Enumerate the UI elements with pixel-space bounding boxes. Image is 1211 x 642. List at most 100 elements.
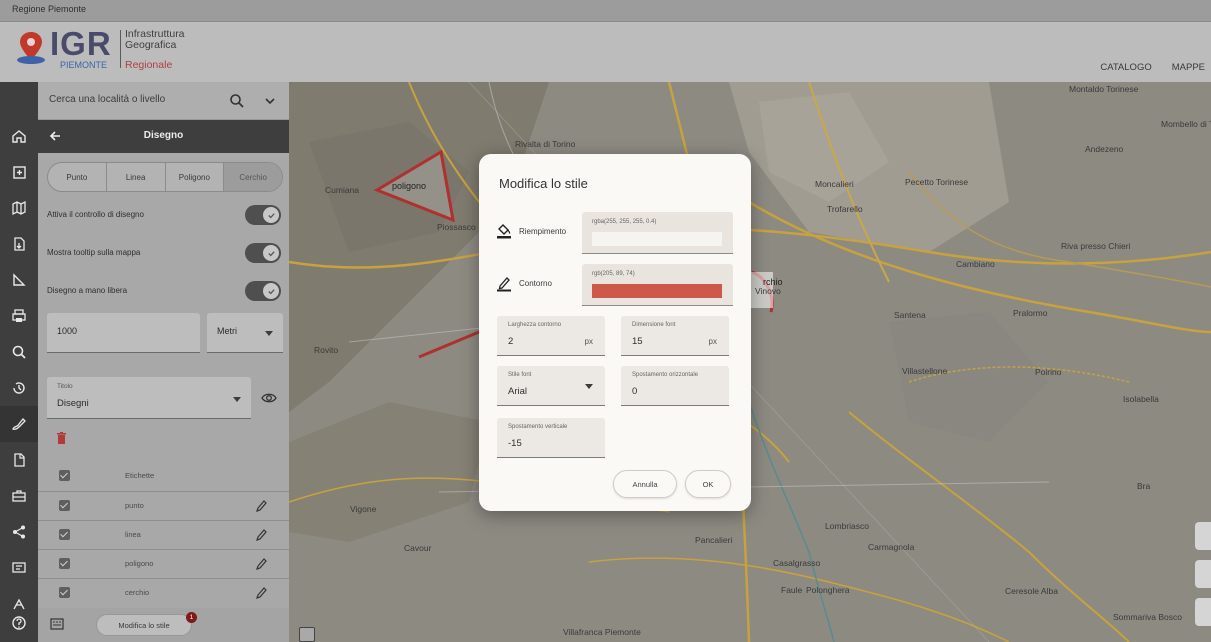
check-icon xyxy=(263,207,279,223)
rail-measure[interactable] xyxy=(0,262,38,298)
map-label-pralormo: Pralormo xyxy=(1013,308,1048,318)
rail-print[interactable] xyxy=(0,298,38,334)
offset-y-input[interactable]: Spostamento verticale -15 xyxy=(497,418,605,458)
layer-row[interactable]: poligono xyxy=(38,549,289,578)
tooltip-toggle[interactable] xyxy=(245,243,281,263)
map-label-andezeno: Andezeno xyxy=(1085,144,1124,154)
map-home-button[interactable] xyxy=(1195,522,1211,550)
layer-row[interactable]: Etichette xyxy=(38,462,289,491)
drawing-control-toggle[interactable] xyxy=(245,205,281,225)
toggle-label: Mostra tooltip sulla mappa xyxy=(47,248,141,257)
igr-logo[interactable]: IGR PIEMONTE Infrastruttura Geografica R… xyxy=(16,26,206,72)
search-input[interactable]: Cerca una località o livello xyxy=(49,94,165,105)
rail-history[interactable] xyxy=(0,370,38,406)
paint-bucket-icon xyxy=(497,224,511,239)
map-layers-button[interactable] xyxy=(299,627,315,642)
cancel-button[interactable]: Annulla xyxy=(613,470,677,498)
stroke-color-picker[interactable]: rgb(205, 89, 74) xyxy=(582,264,733,306)
panel-header: Disegno xyxy=(38,120,289,153)
title-select[interactable]: Titolo Disegni xyxy=(47,377,251,419)
nav-catalogo[interactable]: CATALOGO xyxy=(1100,62,1151,73)
tool-rail xyxy=(0,82,38,642)
mode-punto[interactable]: Punto xyxy=(48,163,107,191)
region-label: Regione Piemonte xyxy=(12,4,87,14)
freehand-toggle[interactable] xyxy=(245,281,281,301)
style-dialog: Modifica lo stile Riempimento rgba(255, … xyxy=(479,154,751,511)
fill-color-picker[interactable]: rgba(255, 255, 255, 0.4) xyxy=(582,212,733,254)
print-icon xyxy=(12,309,26,322)
font-size-value: 15 xyxy=(632,336,643,347)
import-icon xyxy=(14,237,25,251)
layer-checkbox[interactable] xyxy=(59,470,70,481)
stroke-row: Contorno rgb(205, 89, 74) xyxy=(497,264,733,306)
font-size-input[interactable]: Dimensione font 15 px xyxy=(621,316,729,356)
layer-name: linea xyxy=(125,530,141,539)
map-locate-button[interactable] xyxy=(1195,560,1211,588)
pencil-icon[interactable] xyxy=(255,557,267,571)
rail-feedback[interactable] xyxy=(0,550,38,586)
stroke-width-unit: px xyxy=(584,337,593,346)
font-style-value: Arial xyxy=(508,386,528,397)
pencil-icon[interactable] xyxy=(255,586,267,600)
mode-linea[interactable]: Linea xyxy=(107,163,166,191)
distance-input[interactable]: 1000 xyxy=(47,313,200,353)
logo-divider xyxy=(120,30,121,68)
draw-icon xyxy=(12,418,26,430)
rail-share[interactable] xyxy=(0,514,38,550)
check-icon xyxy=(263,245,279,261)
rail-map[interactable] xyxy=(0,190,38,226)
map-label-cumiana: Cumiana xyxy=(325,185,360,195)
pencil-icon[interactable] xyxy=(255,499,267,513)
map-label-moncalieri: Moncalieri xyxy=(815,179,854,189)
toggle-row-freehand: Disegno a mano libera xyxy=(47,278,283,304)
modify-style-button[interactable]: Modifica lo stile xyxy=(96,614,192,636)
mode-poligono[interactable]: Poligono xyxy=(166,163,225,191)
toggle-row-drawing-control: Attiva il controllo di disegno xyxy=(47,202,283,228)
toolbox-icon xyxy=(12,490,26,502)
rail-help[interactable] xyxy=(0,604,38,642)
layer-row[interactable]: linea xyxy=(38,520,289,549)
map-label-polonghera: Polonghera xyxy=(806,585,850,595)
layer-checkbox[interactable] xyxy=(59,587,70,598)
layer-checkbox[interactable] xyxy=(59,558,70,569)
share-icon xyxy=(13,525,25,539)
mode-cerchio[interactable]: Cerchio xyxy=(224,163,282,191)
rail-notes[interactable] xyxy=(0,442,38,478)
layer-checkbox[interactable] xyxy=(59,529,70,540)
rail-search[interactable] xyxy=(0,334,38,370)
magnifier-icon xyxy=(12,345,26,359)
eye-icon[interactable] xyxy=(261,392,277,404)
fill-row: Riempimento rgba(255, 255, 255, 0.4) xyxy=(497,212,733,254)
notification-badge: 1 xyxy=(186,612,197,623)
map-zoom-in-button[interactable] xyxy=(1195,598,1211,626)
pencil-icon[interactable] xyxy=(255,528,267,542)
dialog-title: Modifica lo stile xyxy=(499,176,588,191)
map-label-lombriasco: Lombriasco xyxy=(825,521,869,531)
layer-row[interactable]: cerchio xyxy=(38,578,289,607)
keyboard-icon[interactable] xyxy=(50,618,64,630)
ok-button[interactable]: OK xyxy=(685,470,731,498)
igr-pin-icon xyxy=(17,32,45,64)
history-icon xyxy=(13,382,25,394)
trash-icon[interactable] xyxy=(56,432,67,445)
map-label-trofarello: Trofarello xyxy=(827,204,863,214)
search-icon[interactable] xyxy=(229,93,245,109)
rail-home[interactable] xyxy=(0,118,38,154)
layer-row[interactable]: punto xyxy=(38,491,289,520)
offset-x-input[interactable]: Spostamento orizzontale 0 xyxy=(621,366,729,406)
chevron-down-icon[interactable] xyxy=(264,96,276,106)
map-label-rivalta: Rivalta di Torino xyxy=(515,139,576,149)
igr-acronym: IGR xyxy=(50,25,112,62)
layer-checkbox[interactable] xyxy=(59,500,70,511)
font-style-select[interactable]: Stile font Arial xyxy=(497,366,605,406)
rail-draw[interactable] xyxy=(0,406,38,442)
rail-import[interactable] xyxy=(0,226,38,262)
distance-unit-select[interactable]: Metri xyxy=(207,313,283,353)
rail-add-layer[interactable] xyxy=(0,154,38,190)
rail-tools[interactable] xyxy=(0,478,38,514)
map-label-rovito: Rovito xyxy=(314,345,339,355)
stroke-width-input[interactable]: Larghezza contorno 2 px xyxy=(497,316,605,356)
fill-color-value: rgba(255, 255, 255, 0.4) xyxy=(592,219,657,225)
offset-y-label: Spostamento verticale xyxy=(508,424,568,430)
nav-mappe[interactable]: MAPPE xyxy=(1172,62,1205,73)
